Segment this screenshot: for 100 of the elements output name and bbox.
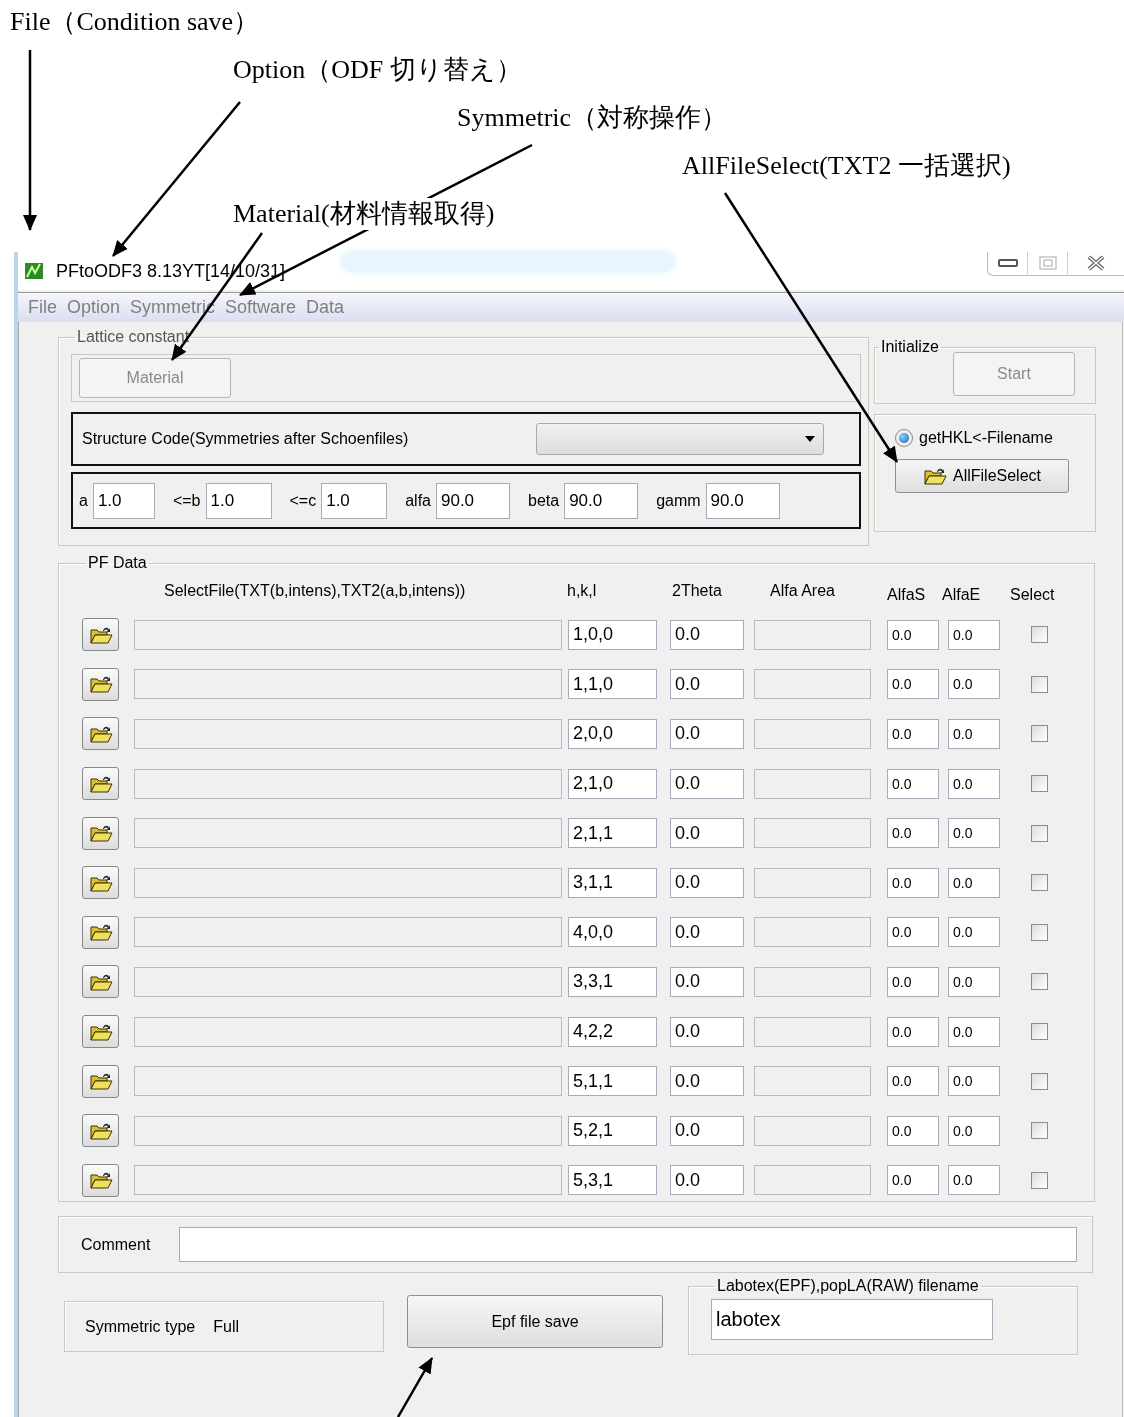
hkl-field[interactable]: 2,0,0 xyxy=(568,719,657,749)
alfa-start-field[interactable]: 0.0 xyxy=(887,669,939,700)
select-checkbox[interactable] xyxy=(1031,1171,1048,1189)
comment-field[interactable] xyxy=(179,1227,1077,1262)
annotation-label: AllFileSelect(TXT2 一括選択) xyxy=(682,150,1011,182)
parameter-label: <=c xyxy=(289,491,317,510)
parameter-field[interactable]: 90.0 xyxy=(705,482,780,519)
select-checkbox[interactable] xyxy=(1031,775,1048,793)
open-file-button[interactable] xyxy=(82,1114,119,1148)
alfa-start-field[interactable]: 0.0 xyxy=(887,867,939,898)
select-checkbox[interactable] xyxy=(1031,675,1048,693)
parameter-field[interactable]: 1.0 xyxy=(205,482,272,519)
alfa-end-field[interactable]: 0.0 xyxy=(948,1115,1000,1146)
alfa-start-field[interactable]: 0.0 xyxy=(887,719,939,749)
hkl-field[interactable]: 5,2,1 xyxy=(568,1115,657,1146)
parameter-field[interactable]: 90.0 xyxy=(564,482,639,519)
structure-code-dropdown[interactable] xyxy=(536,423,824,455)
hkl-field[interactable]: 3,3,1 xyxy=(568,966,657,997)
epf-save-button[interactable]: Epf file save xyxy=(407,1295,663,1348)
hkl-from-filename-radio[interactable]: getHKL<-Filename xyxy=(895,429,1095,447)
alfa-start-field[interactable]: 0.0 xyxy=(887,917,939,948)
filename-field[interactable]: labotex xyxy=(711,1299,993,1340)
two-theta-field[interactable]: 0.0 xyxy=(670,966,744,997)
folder-icon xyxy=(88,674,113,695)
open-file-button[interactable] xyxy=(82,915,119,949)
alfa-start-field[interactable]: 0.0 xyxy=(887,1066,939,1097)
alfa-start-field[interactable]: 0.0 xyxy=(887,1165,939,1196)
alfa-end-field[interactable]: 0.0 xyxy=(948,619,1000,650)
hkl-field[interactable]: 2,1,1 xyxy=(568,818,657,849)
group-title: Initialize xyxy=(880,338,940,356)
hkl-field[interactable]: 1,1,0 xyxy=(568,669,657,700)
hkl-field[interactable]: 5,3,1 xyxy=(568,1165,657,1196)
alfa-start-field[interactable]: 0.0 xyxy=(887,619,939,650)
minimize-icon xyxy=(997,258,1018,268)
all-file-select-button[interactable]: AllFileSelect xyxy=(895,459,1069,493)
structure-code-label: Structure Code(Symmetries after Schoenfiles) xyxy=(82,430,410,448)
alfa-start-field[interactable]: 0.0 xyxy=(887,768,939,799)
open-file-button[interactable] xyxy=(82,965,119,999)
open-file-button[interactable] xyxy=(82,767,119,801)
select-checkbox[interactable] xyxy=(1031,725,1048,743)
group-title: Lattice constant xyxy=(76,328,191,346)
select-checkbox[interactable] xyxy=(1031,1072,1048,1090)
two-theta-field[interactable]: 0.0 xyxy=(670,719,744,749)
open-file-button[interactable] xyxy=(82,618,119,652)
alfa-end-field[interactable]: 0.0 xyxy=(948,818,1000,849)
open-file-button[interactable] xyxy=(82,1015,119,1049)
alfa-start-field[interactable]: 0.0 xyxy=(887,1016,939,1047)
open-file-button[interactable] xyxy=(82,816,119,850)
two-theta-field[interactable]: 0.0 xyxy=(670,619,744,650)
select-checkbox[interactable] xyxy=(1031,1122,1048,1140)
annotation-arrow xyxy=(396,1357,434,1417)
open-file-button[interactable] xyxy=(82,667,119,701)
column-header: AlfaE xyxy=(942,586,981,604)
two-theta-field[interactable]: 0.0 xyxy=(670,768,744,799)
alfa-end-field[interactable]: 0.0 xyxy=(948,1016,1000,1047)
two-theta-field[interactable]: 0.0 xyxy=(670,1165,744,1196)
open-file-button[interactable] xyxy=(82,717,119,751)
alfa-end-field[interactable]: 0.0 xyxy=(948,669,1000,700)
alfa-end-field[interactable]: 0.0 xyxy=(948,768,1000,799)
parameter-field[interactable]: 1.0 xyxy=(321,482,388,519)
select-checkbox[interactable] xyxy=(1031,824,1048,842)
alfa-end-field[interactable]: 0.0 xyxy=(948,966,1000,997)
column-header: AlfaS xyxy=(887,586,926,604)
open-file-button[interactable] xyxy=(82,866,119,900)
alfa-end-field[interactable]: 0.0 xyxy=(948,867,1000,898)
open-file-button[interactable] xyxy=(82,1163,119,1197)
alfa-start-field[interactable]: 0.0 xyxy=(887,966,939,997)
alfa-end-field[interactable]: 0.0 xyxy=(948,917,1000,948)
two-theta-field[interactable]: 0.0 xyxy=(670,669,744,700)
alfa-start-field[interactable]: 0.0 xyxy=(887,1115,939,1146)
folder-icon xyxy=(923,466,947,486)
hkl-field[interactable]: 3,1,1 xyxy=(568,867,657,898)
alfa-end-field[interactable]: 0.0 xyxy=(948,719,1000,749)
parameter-label: <=b xyxy=(172,491,201,510)
hkl-field[interactable]: 2,1,0 xyxy=(568,768,657,799)
parameter-label: a xyxy=(79,491,88,510)
two-theta-field[interactable]: 0.0 xyxy=(670,818,744,849)
parameter-field[interactable]: 90.0 xyxy=(436,482,510,519)
alfa-start-field[interactable]: 0.0 xyxy=(887,818,939,849)
select-checkbox[interactable] xyxy=(1031,874,1048,892)
two-theta-field[interactable]: 0.0 xyxy=(670,867,744,898)
select-checkbox[interactable] xyxy=(1031,1023,1048,1041)
select-checkbox[interactable] xyxy=(1031,973,1048,991)
two-theta-field[interactable]: 0.0 xyxy=(670,1115,744,1146)
select-checkbox[interactable] xyxy=(1031,923,1048,941)
folder-icon xyxy=(88,1170,113,1191)
hkl-field[interactable]: 1,0,0 xyxy=(568,619,657,650)
parameter-label: gamm xyxy=(656,491,701,510)
hkl-field[interactable]: 4,2,2 xyxy=(568,1016,657,1047)
hkl-field[interactable]: 5,1,1 xyxy=(568,1066,657,1097)
open-file-button[interactable] xyxy=(82,1064,119,1098)
select-checkbox[interactable] xyxy=(1031,626,1048,644)
parameter-field[interactable]: 1.0 xyxy=(92,482,155,519)
hkl-field[interactable]: 4,0,0 xyxy=(568,917,657,948)
alfa-end-field[interactable]: 0.0 xyxy=(948,1165,1000,1196)
two-theta-field[interactable]: 0.0 xyxy=(670,1066,744,1097)
two-theta-field[interactable]: 0.0 xyxy=(670,917,744,948)
alfa-end-field[interactable]: 0.0 xyxy=(948,1066,1000,1097)
folder-icon xyxy=(88,922,113,943)
two-theta-field[interactable]: 0.0 xyxy=(670,1016,744,1047)
